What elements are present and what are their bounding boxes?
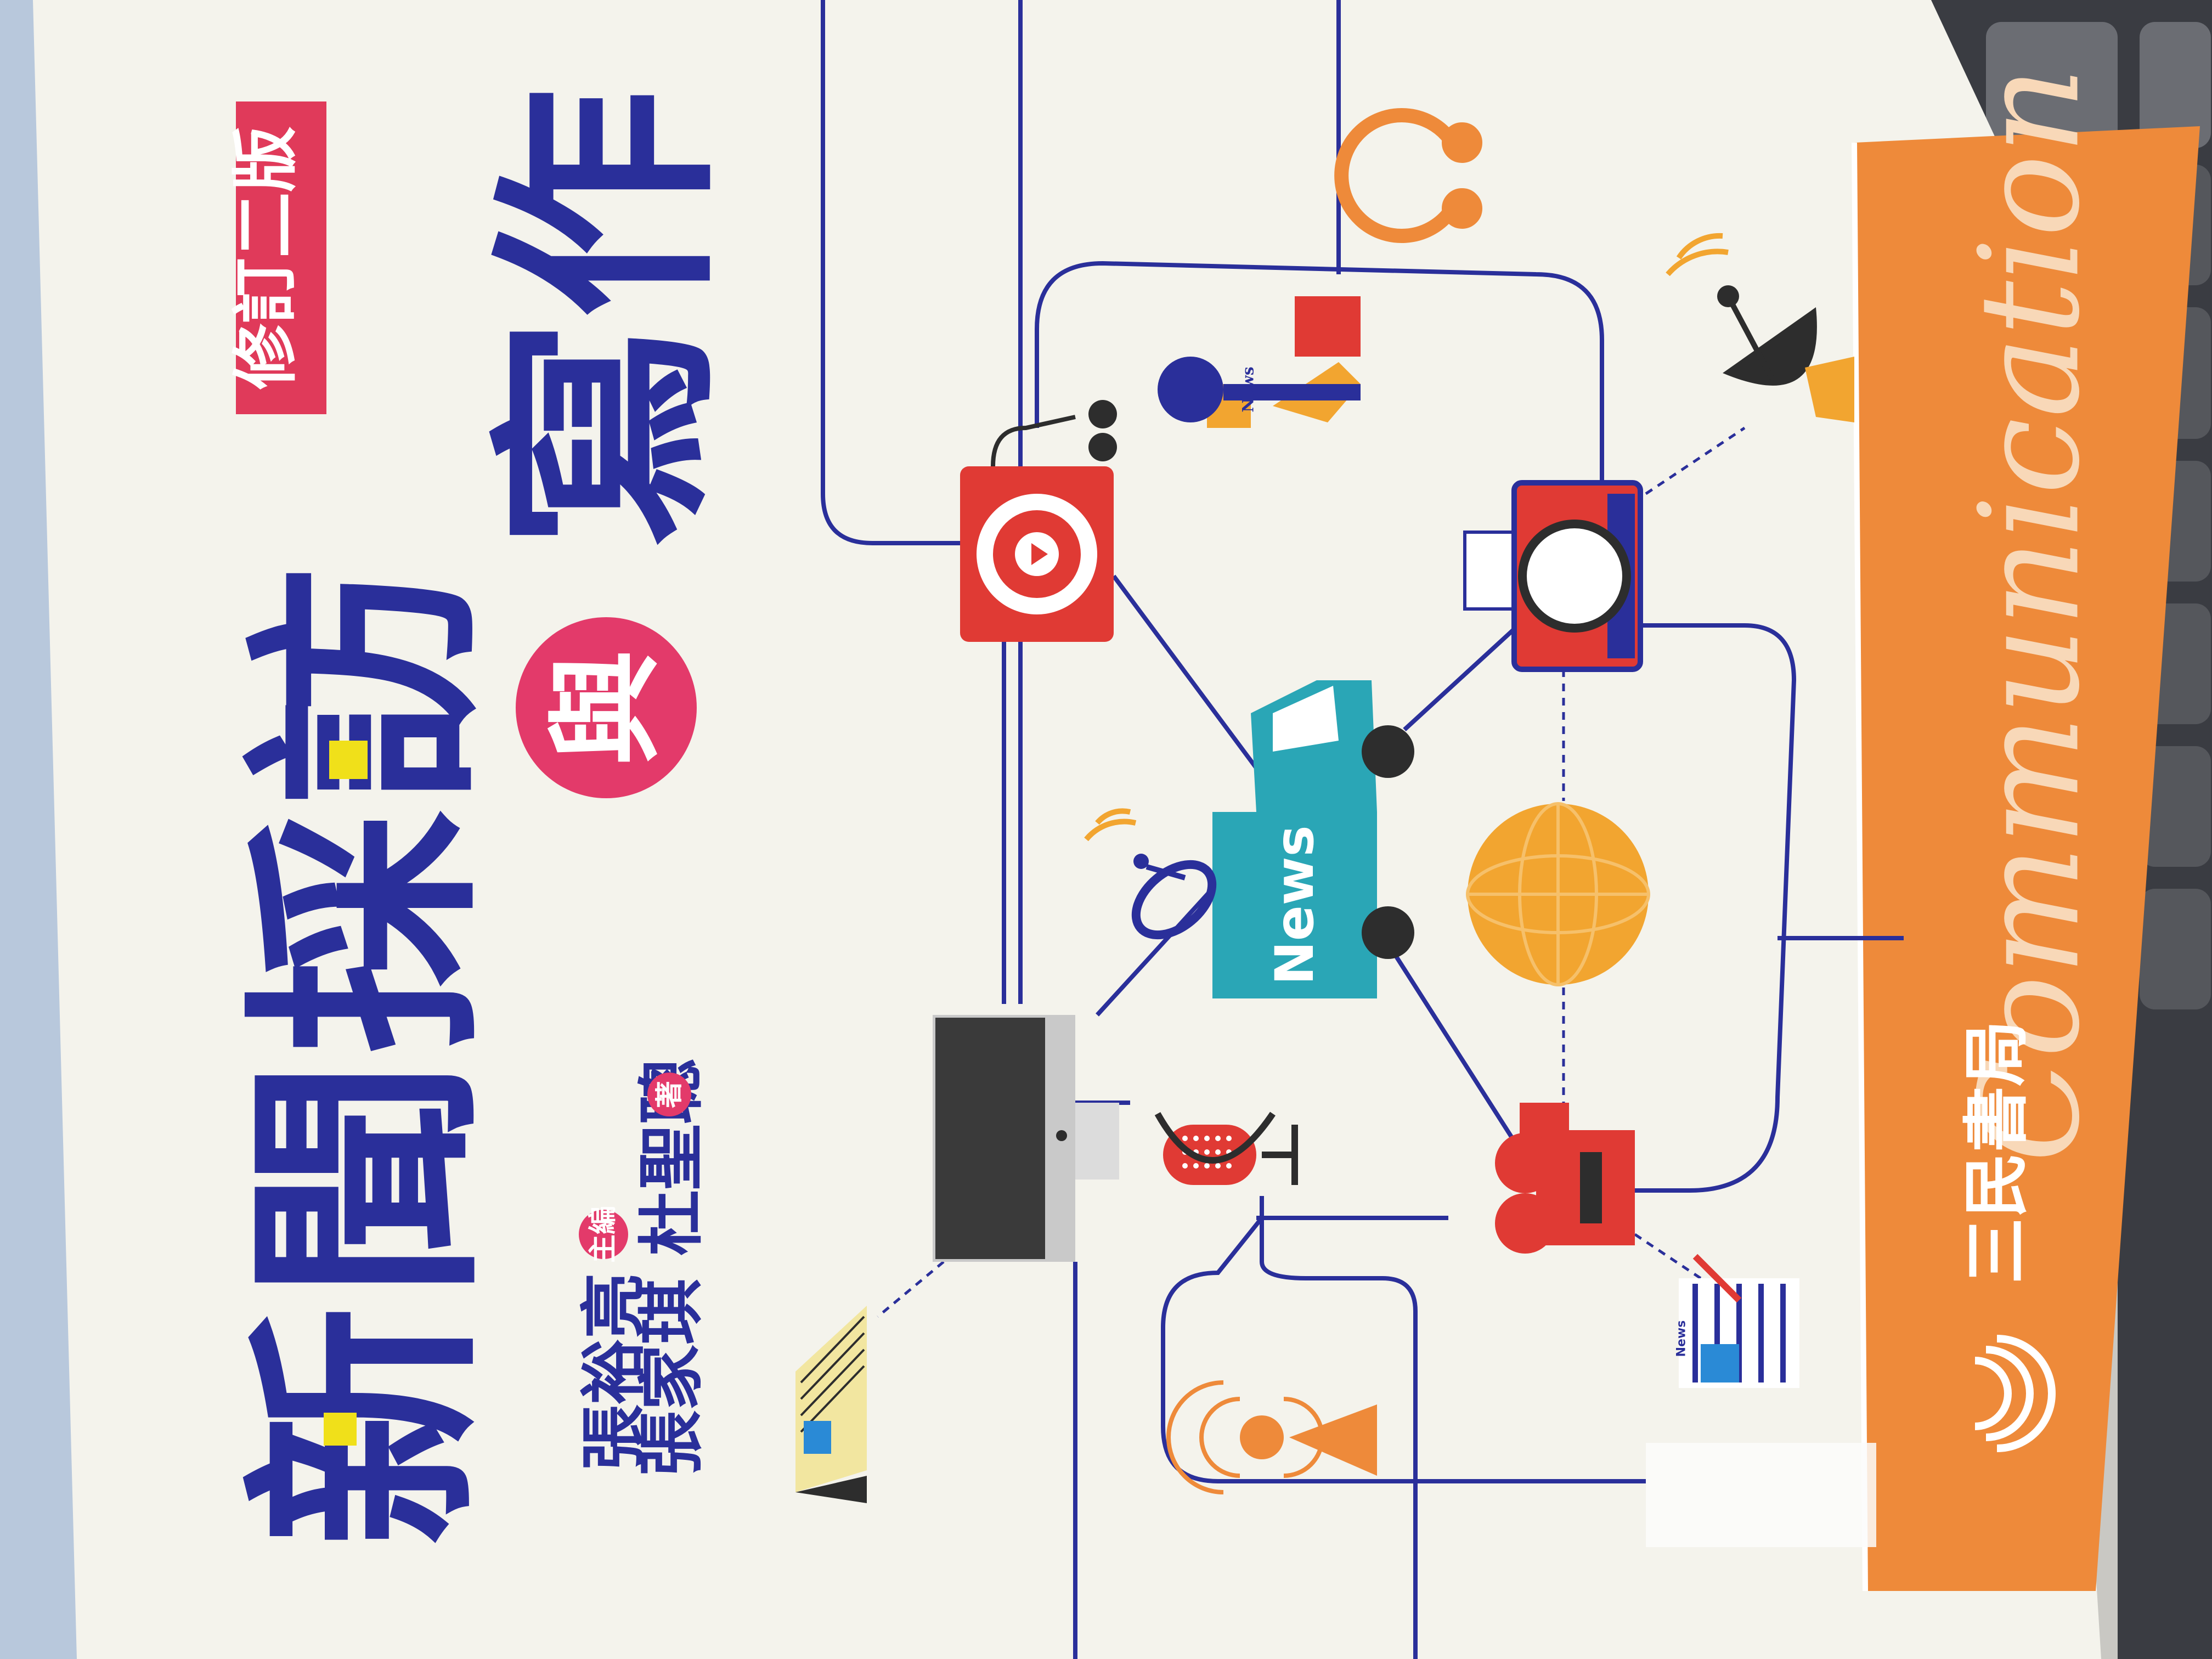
globe-icon xyxy=(1466,802,1650,986)
title-yellow-accent-2 xyxy=(324,1413,357,1446)
authors-names: 張家琪 杜聖聰 xyxy=(634,1058,710,1476)
title-main: 新聞採訪 xyxy=(227,560,508,1547)
publisher-name: 三民書局 xyxy=(1959,1020,2035,1284)
reporter-mic-label: News xyxy=(1239,366,1257,412)
authors-role: 著 xyxy=(653,1081,685,1108)
title-sub: 寫作 xyxy=(475,88,743,549)
library-sticker xyxy=(1646,1443,1876,1547)
truck-label: News xyxy=(1264,825,1325,985)
edition-badge: 修訂二版 xyxy=(228,101,326,414)
title-yellow-accent xyxy=(329,741,368,779)
newspaper-label: News xyxy=(1675,1321,1689,1357)
photo-scene: 修訂二版 新聞採訪 與 寫作 張裕亮 主編 張家琪 杜聖聰 著 News New… xyxy=(0,0,2212,1659)
editor-role: 主編 xyxy=(587,1206,620,1263)
spine-word: Communication xyxy=(1950,66,2110,1163)
title-connector: 與 xyxy=(539,650,674,765)
edition-badge-text: 修訂二版 xyxy=(228,126,304,390)
